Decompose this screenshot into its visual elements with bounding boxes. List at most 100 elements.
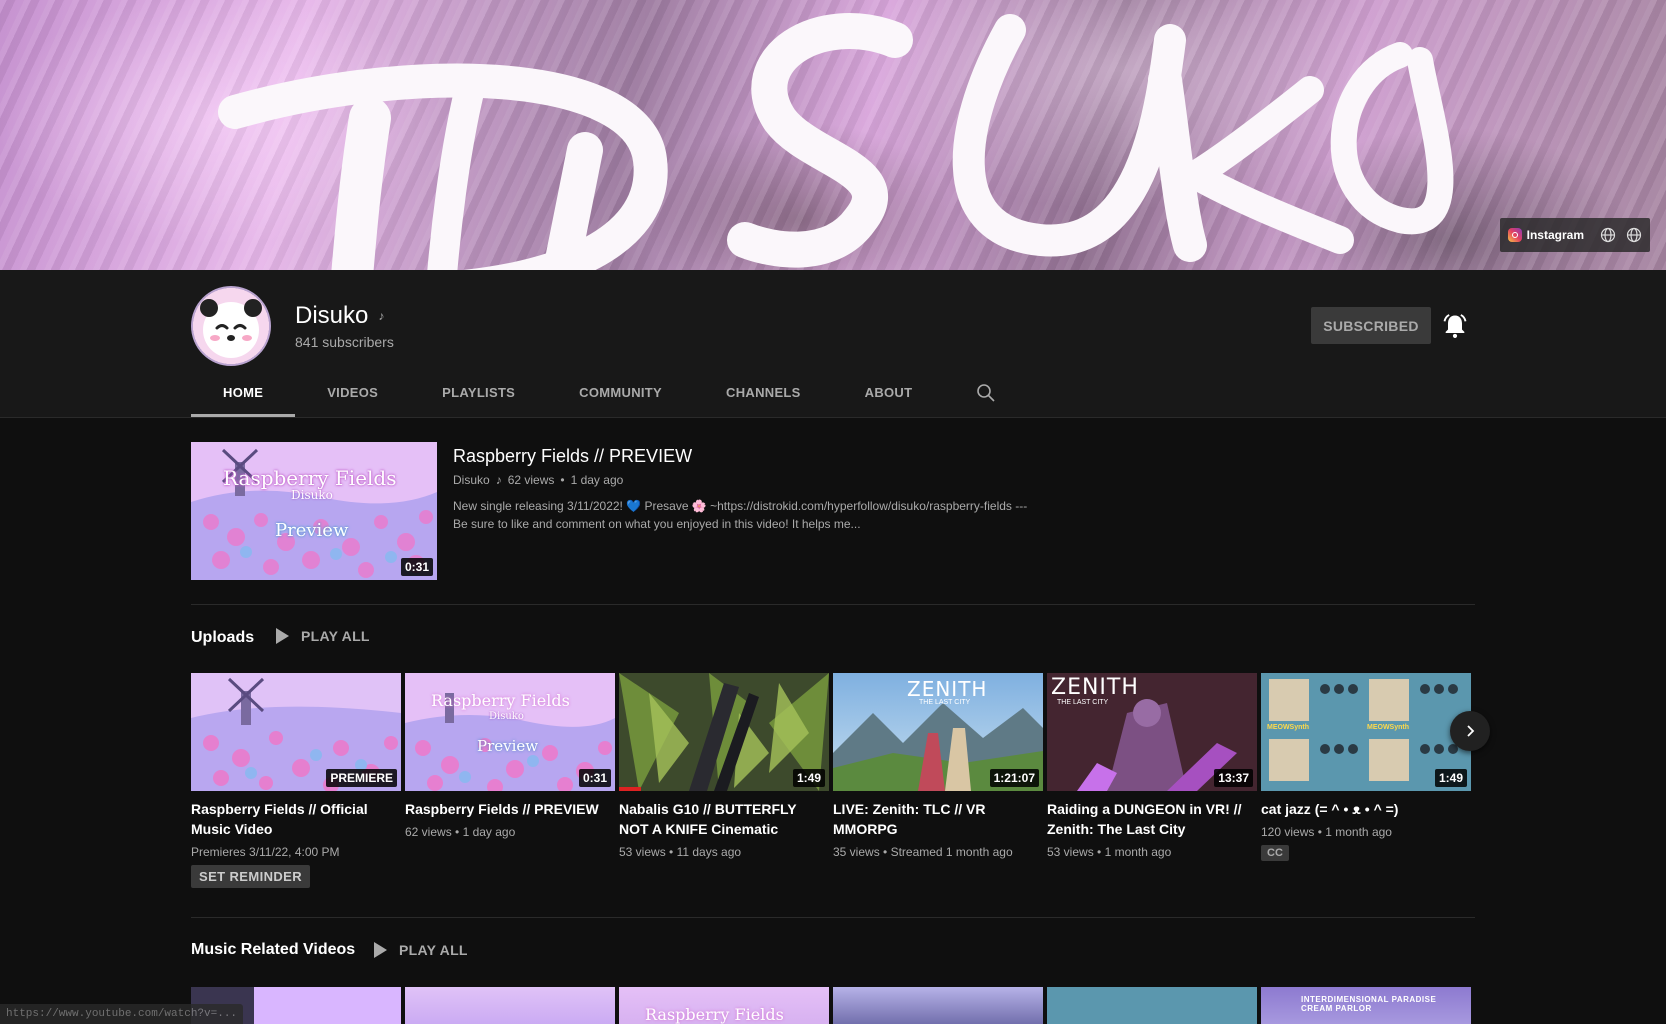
video-views: 35 views <box>833 845 880 859</box>
video-thumbnail[interactable] <box>1047 987 1257 1024</box>
video-meta: 120 views • 1 month ago <box>1261 825 1392 839</box>
video-duration: 13:37 <box>1214 769 1253 787</box>
tab-videos[interactable]: VIDEOS <box>295 368 410 417</box>
video-duration: 1:49 <box>1434 769 1467 787</box>
premiere-badge: PREMIERE <box>326 769 397 787</box>
video-age: 1 month ago <box>1104 845 1172 859</box>
music-note-icon: ♪ <box>495 473 502 487</box>
video-meta: Premieres 3/11/22, 4:00 PM <box>191 845 340 859</box>
browser-status-url: https://www.youtube.com/watch?v=... <box>0 1004 244 1024</box>
uploads-shelf-title[interactable]: Uploads <box>191 629 254 647</box>
featured-channel-name[interactable]: Disuko <box>453 473 490 487</box>
subscribed-button[interactable]: SUBSCRIBED <box>1311 307 1431 344</box>
video-card[interactable]: ZENITH THE LAST CITY 1:21:07 LIVE: Zenit… <box>833 673 1043 859</box>
video-card[interactable]: ZENITH THE LAST CITY 13:37 Raiding a DUN… <box>1047 673 1257 859</box>
channel-avatar[interactable] <box>191 286 271 366</box>
featured-age: 1 day ago <box>570 473 624 487</box>
globe-icon[interactable] <box>1600 227 1616 243</box>
thumbnail-subtitle: THE LAST CITY <box>919 699 971 706</box>
thumbnail-tag: Preview <box>477 737 539 755</box>
video-thumbnail[interactable]: ZENITH THE LAST CITY 1:21:07 <box>833 673 1043 791</box>
set-reminder-button[interactable]: SET REMINDER <box>191 865 311 888</box>
featured-views: 62 views <box>507 473 555 487</box>
thumbnail-subtitle: Disuko <box>489 711 524 722</box>
video-card[interactable]: MEOWSynth MEOWSynth 1:49 cat jazz (= ^ •… <box>1261 673 1471 861</box>
instagram-link[interactable]: Instagram <box>1507 228 1590 242</box>
channel-banner: Instagram <box>0 0 1666 270</box>
video-card[interactable]: PREMIERE Raspberry Fields // Official Mu… <box>191 673 401 888</box>
uploads-shelf: PREMIERE Raspberry Fields // Official Mu… <box>191 673 1473 913</box>
description-line: Be sure to like and comment on what you … <box>453 517 861 531</box>
channel-header: Disuko ♪ 841 subscribers SUBSCRIBED HOME… <box>0 270 1666 418</box>
video-title[interactable]: LIVE: Zenith: TLC // VR MMORPG <box>833 799 1038 839</box>
play-icon <box>374 942 387 958</box>
video-meta: 35 views • Streamed 1 month ago <box>833 845 1013 859</box>
thumbnail-label: INTERDIMENSIONAL PARADISE CREAM PARLOR <box>1301 995 1437 1013</box>
channel-tabs: HOME VIDEOS PLAYLISTS COMMUNITY CHANNELS… <box>191 368 1018 417</box>
notification-bell-icon[interactable] <box>1441 312 1469 340</box>
banner-links: Instagram <box>1499 218 1650 252</box>
thumbnail-title: ZENITH <box>907 677 988 701</box>
video-thumbnail[interactable]: 1:49 <box>619 673 829 791</box>
video-title[interactable]: Raspberry Fields // PREVIEW <box>405 799 610 819</box>
section-divider <box>191 917 1475 918</box>
video-title[interactable]: cat jazz (= ^ • ᴥ • ^ =) <box>1261 799 1466 819</box>
description-line: New single releasing 3/11/2022! 💙 Presav… <box>453 499 1028 513</box>
music-shelf-title[interactable]: Music Related Videos <box>191 941 355 959</box>
video-duration: 0:31 <box>578 769 611 787</box>
music-note-icon: ♪ <box>378 309 385 323</box>
featured-video-info: Raspberry Fields // PREVIEW Disuko ♪ 62 … <box>453 446 1073 533</box>
video-thumbnail[interactable]: ZENITH THE LAST CITY 13:37 <box>1047 673 1257 791</box>
video-card[interactable]: 1:49 Nabalis G10 // BUTTERFLY NOT A KNIF… <box>619 673 829 859</box>
tab-about[interactable]: ABOUT <box>833 368 945 417</box>
panda-avatar-icon <box>200 299 262 358</box>
video-title[interactable]: Raspberry Fields // Official Music Video <box>191 799 396 839</box>
chevron-right-icon <box>1467 725 1475 737</box>
video-thumbnail[interactable]: MEOWSynth MEOWSynth 1:49 <box>1261 673 1471 791</box>
video-title[interactable]: Raiding a DUNGEON in VR! // Zenith: The … <box>1047 799 1252 839</box>
thumbnail-label: MEOWSynth <box>1367 724 1409 731</box>
featured-video-thumbnail[interactable]: Raspberry Fields Disuko Preview 0:31 <box>191 442 437 580</box>
tab-channels[interactable]: CHANNELS <box>694 368 833 417</box>
video-thumbnail[interactable]: Raspberry Fields <box>619 987 829 1024</box>
thumbnail-tag: Preview <box>275 520 349 541</box>
video-thumbnail[interactable] <box>833 987 1043 1024</box>
video-age: 11 days ago <box>676 845 742 859</box>
video-card[interactable]: Raspberry Fields Disuko Preview 0:31 Ras… <box>405 673 615 839</box>
play-all-label: PLAY ALL <box>399 942 468 958</box>
music-play-all-button[interactable]: PLAY ALL <box>374 942 468 958</box>
tab-community[interactable]: COMMUNITY <box>547 368 694 417</box>
thumbnail-label: MEOWSynth <box>1267 724 1309 731</box>
channel-name: Disuko ♪ <box>295 302 384 330</box>
video-age: 1 day ago <box>462 825 516 839</box>
channel-search-button[interactable] <box>944 368 1018 417</box>
globe-icon[interactable] <box>1626 227 1642 243</box>
featured-video-description: New single releasing 3/11/2022! 💙 Presav… <box>453 497 1073 533</box>
thumbnail-title: Raspberry Fields <box>223 466 397 490</box>
uploads-play-all-button[interactable]: PLAY ALL <box>276 628 370 644</box>
video-thumbnail[interactable]: Raspberry Fields Disuko Preview 0:31 <box>405 673 615 791</box>
video-meta: 53 views • 1 month ago <box>1047 845 1172 859</box>
video-views: 53 views <box>619 845 666 859</box>
tab-playlists[interactable]: PLAYLISTS <box>410 368 547 417</box>
subscriber-count: 841 subscribers <box>295 334 394 350</box>
video-thumbnail[interactable]: INTERDIMENSIONAL PARADISE CREAM PARLOR <box>1261 987 1471 1024</box>
search-icon <box>977 383 995 402</box>
banner-logo <box>218 13 1454 270</box>
play-icon <box>276 628 289 644</box>
video-title[interactable]: Nabalis G10 // BUTTERFLY NOT A KNIFE Cin… <box>619 799 824 839</box>
thumbnail-subtitle: Disuko <box>291 488 333 502</box>
video-age: Streamed 1 month ago <box>890 845 1013 859</box>
tab-home[interactable]: HOME <box>191 368 296 417</box>
video-thumbnail[interactable] <box>405 987 615 1024</box>
instagram-icon <box>1507 228 1522 242</box>
closed-captions-badge: CC <box>1261 845 1289 861</box>
video-meta: 62 views • 1 day ago <box>405 825 516 839</box>
featured-video-meta: Disuko ♪ 62 views • 1 day ago <box>453 473 624 487</box>
video-thumbnail[interactable]: PREMIERE <box>191 673 401 791</box>
video-views: 53 views <box>1047 845 1094 859</box>
video-duration: 1:49 <box>792 769 825 787</box>
featured-video-title[interactable]: Raspberry Fields // PREVIEW <box>453 446 1073 467</box>
section-divider <box>191 604 1475 605</box>
shelf-next-button[interactable] <box>1450 711 1490 751</box>
